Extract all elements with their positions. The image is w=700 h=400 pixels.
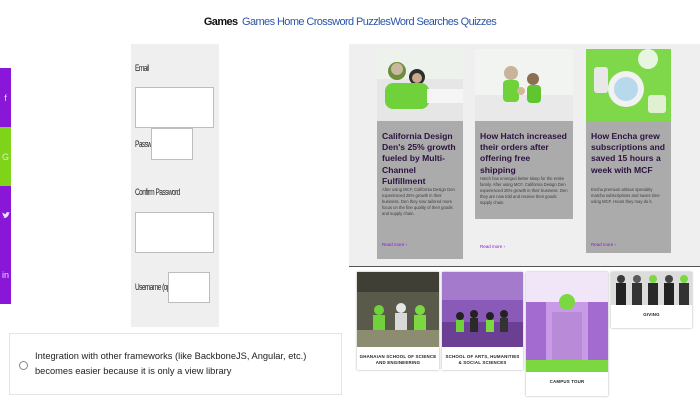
school-caption: CAMPUS TOUR [549, 379, 585, 384]
read-more-link[interactable]: Read more › [382, 242, 407, 247]
email-label: Email [135, 63, 149, 73]
nav-item-home[interactable]: Home [277, 16, 305, 28]
school-image-people [611, 272, 692, 305]
case-body: After using MCF, California Design Den e… [382, 187, 455, 216]
school-image-campus [526, 272, 608, 372]
google-plus-share-button[interactable]: G [0, 127, 11, 186]
read-more-link[interactable]: Read more › [480, 244, 505, 249]
case-body: Encha premium artisan speciality matcha … [591, 187, 660, 204]
nav-item-quizzes[interactable]: Quizzes [461, 16, 497, 28]
linkedin-share-button[interactable]: in [0, 245, 11, 304]
nav-item-word-searches[interactable]: Word Searches [390, 16, 458, 28]
facebook-share-button[interactable]: f [0, 68, 11, 127]
school-caption: SCHOOL OF ARTS, HUMANITIES & SOCIAL SCIE… [445, 354, 520, 365]
section-divider [349, 266, 700, 267]
school-tile[interactable]: SCHOOL OF ARTS, HUMANITIES & SOCIAL SCIE… [442, 272, 523, 370]
school-image-lab [357, 272, 439, 347]
case-studies: California Design Den's 25% growth fuele… [349, 44, 700, 266]
signup-form: Email Password Confirm Password Username… [131, 44, 219, 327]
password-field[interactable] [151, 128, 193, 160]
top-nav: Games Games Home Crossword PuzzlesWord S… [0, 16, 700, 28]
option-radio[interactable] [19, 361, 28, 370]
nav-item-games-bold[interactable]: Games [204, 16, 238, 28]
school-tile[interactable]: CAMPUS TOUR [526, 272, 608, 396]
case-body: Hatch has emerged better sleep for the e… [480, 176, 568, 205]
school-tile[interactable]: GHANAIAN SCHOOL OF SCIENCE AND ENGINEERI… [357, 272, 439, 370]
school-image-students [442, 272, 523, 347]
answer-option[interactable]: Integration with other frameworks (like … [9, 333, 342, 395]
case-title: How Encha grew subscriptions and saved 1… [591, 131, 666, 175]
case-image-matcha [586, 49, 671, 121]
twitter-share-button[interactable] [0, 186, 11, 245]
case-title: California Design Den's 25% growth fuele… [382, 131, 456, 186]
email-field[interactable] [135, 87, 214, 128]
confirm-password-label: Confirm Password [135, 187, 180, 197]
google-plus-icon: G [1, 151, 9, 162]
facebook-icon: f [4, 92, 7, 103]
school-caption: GHANAIAN SCHOOL OF SCIENCE AND ENGINEERI… [359, 354, 437, 365]
linkedin-icon: in [1, 269, 9, 280]
username-field[interactable] [168, 272, 210, 303]
case-card[interactable]: How Encha grew subscriptions and saved 1… [586, 49, 671, 253]
case-card[interactable]: California Design Den's 25% growth fuele… [377, 49, 463, 259]
case-title: How Hatch increased their orders after o… [480, 131, 567, 175]
school-caption: GIVING [643, 312, 660, 317]
confirm-password-field[interactable] [135, 212, 214, 253]
read-more-link[interactable]: Read more › [591, 242, 616, 247]
option-text: Integration with other frameworks (like … [35, 351, 307, 376]
twitter-icon [1, 212, 10, 219]
social-share-bar: f G in [0, 68, 11, 304]
case-card[interactable]: How Hatch increased their orders after o… [475, 49, 573, 249]
case-image-parents [475, 49, 573, 121]
nav-item-games[interactable]: Games [242, 16, 275, 28]
school-tile[interactable]: GIVING [611, 272, 692, 328]
nav-item-crossword-puzzles[interactable]: Crossword Puzzles [306, 16, 391, 28]
case-image-family [377, 49, 463, 121]
